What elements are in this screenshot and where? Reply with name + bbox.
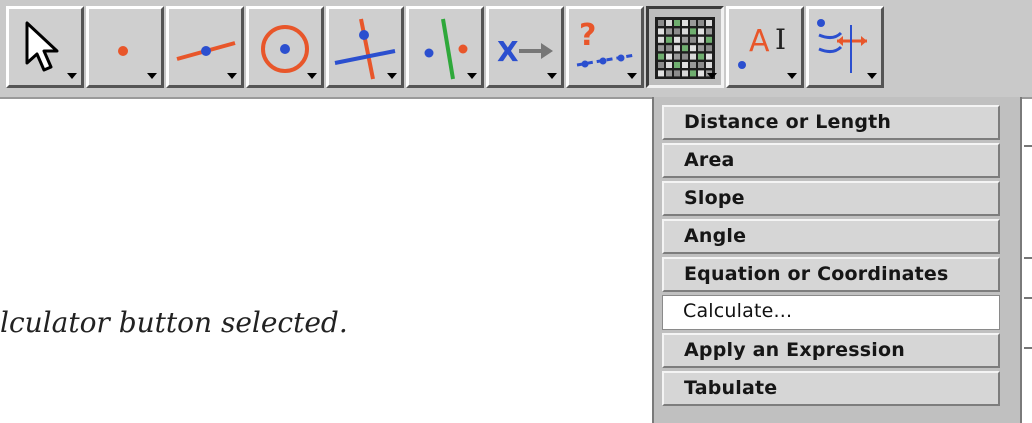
calculator-key bbox=[658, 62, 664, 68]
reflect-icon bbox=[424, 18, 468, 80]
calculator-key bbox=[698, 45, 704, 52]
calculator-key bbox=[658, 53, 664, 60]
chevron-down-icon[interactable] bbox=[787, 73, 797, 79]
calculator-key bbox=[674, 62, 680, 68]
calculator-key bbox=[698, 53, 704, 60]
measure-menu: Distance or Length Area Slope Angle Equa… bbox=[652, 97, 1022, 423]
chevron-down-icon[interactable] bbox=[867, 73, 877, 79]
calculator-key bbox=[674, 20, 680, 26]
calculator-key bbox=[690, 53, 696, 60]
calculator-key bbox=[690, 45, 696, 52]
arrow-pointer-icon bbox=[25, 21, 59, 72]
custom-tool-icon bbox=[817, 19, 867, 73]
menu-item-equation-or-coordinates[interactable]: Equation or Coordinates bbox=[662, 257, 1000, 292]
calculator-key bbox=[658, 45, 664, 52]
calculator-key bbox=[706, 45, 712, 52]
menu-item-tabulate[interactable]: Tabulate bbox=[662, 371, 1000, 406]
chevron-down-icon[interactable] bbox=[67, 73, 77, 79]
locus-glyph: ? bbox=[579, 18, 596, 53]
calculator-key bbox=[674, 53, 680, 60]
chevron-down-icon[interactable] bbox=[307, 73, 317, 79]
calculator-tool-button[interactable] bbox=[646, 6, 724, 88]
calculator-key bbox=[658, 28, 664, 35]
calculator-key bbox=[658, 70, 664, 77]
calculator-key bbox=[706, 62, 712, 68]
calculator-key bbox=[690, 20, 696, 26]
calculator-key bbox=[674, 70, 680, 77]
calculator-key bbox=[706, 20, 712, 26]
calculator-key bbox=[682, 70, 688, 77]
chevron-down-icon[interactable] bbox=[467, 73, 477, 79]
chevron-down-icon[interactable] bbox=[387, 73, 397, 79]
window-edge-ticks bbox=[1024, 97, 1032, 423]
chevron-down-icon[interactable] bbox=[627, 73, 637, 79]
calculator-key bbox=[690, 36, 696, 43]
custom-tool-button[interactable] bbox=[806, 6, 884, 88]
transform-tool-button[interactable]: X bbox=[486, 6, 564, 88]
arrow-tool-button[interactable] bbox=[6, 6, 84, 88]
calculator-key bbox=[698, 28, 704, 35]
calculator-key bbox=[674, 45, 680, 52]
text-tool-glyph: A bbox=[749, 24, 770, 59]
calculator-key bbox=[674, 36, 680, 43]
calculator-key bbox=[666, 28, 672, 35]
segment-tool-button[interactable] bbox=[166, 6, 244, 88]
calculator-icon bbox=[655, 17, 715, 79]
calculator-key bbox=[698, 20, 704, 26]
menu-item-distance-or-length[interactable]: Distance or Length bbox=[662, 105, 1000, 140]
calculator-key bbox=[666, 45, 672, 52]
transform-icon: X bbox=[497, 35, 553, 68]
reflect-tool-button[interactable] bbox=[406, 6, 484, 88]
calculator-key bbox=[666, 53, 672, 60]
locus-icon: ? bbox=[576, 18, 636, 68]
menu-item-area[interactable]: Area bbox=[662, 143, 1000, 178]
text-cursor-glyph: I bbox=[775, 23, 786, 56]
figure-caption: lculator button selected. bbox=[0, 306, 348, 339]
segment-icon bbox=[176, 41, 236, 61]
calculator-key bbox=[682, 20, 688, 26]
menu-item-angle[interactable]: Angle bbox=[662, 219, 1000, 254]
tool-strip: X ? A I bbox=[6, 6, 884, 88]
calculator-key bbox=[698, 62, 704, 68]
perpendicular-icon bbox=[334, 18, 396, 80]
calculator-key bbox=[682, 53, 688, 60]
calculator-key bbox=[690, 28, 696, 35]
calculator-key bbox=[706, 28, 712, 35]
text-label-icon: A I bbox=[738, 23, 786, 69]
chevron-down-icon[interactable] bbox=[147, 73, 157, 79]
calculator-key bbox=[682, 28, 688, 35]
calculator-key bbox=[690, 62, 696, 68]
calculator-key bbox=[666, 36, 672, 43]
chevron-down-icon[interactable] bbox=[227, 73, 237, 79]
calculator-key bbox=[666, 20, 672, 26]
circle-icon bbox=[261, 25, 309, 73]
calculator-key bbox=[706, 36, 712, 43]
calculator-key bbox=[658, 20, 664, 26]
calculator-key bbox=[682, 36, 688, 43]
circle-tool-button[interactable] bbox=[246, 6, 324, 88]
menu-item-slope[interactable]: Slope bbox=[662, 181, 1000, 216]
calculator-key bbox=[706, 53, 712, 60]
calculator-key bbox=[666, 62, 672, 68]
transform-glyph: X bbox=[497, 35, 519, 68]
calculator-key bbox=[682, 45, 688, 52]
chevron-down-icon[interactable] bbox=[547, 73, 557, 79]
point-tool-button[interactable] bbox=[86, 6, 164, 88]
chevron-down-icon[interactable] bbox=[707, 73, 717, 79]
calculator-key bbox=[682, 62, 688, 68]
point-icon bbox=[118, 46, 128, 56]
menu-item-calculate[interactable]: Calculate... bbox=[662, 295, 1000, 330]
menu-item-apply-an-expression[interactable]: Apply an Expression bbox=[662, 333, 1000, 368]
text-tool-button[interactable]: A I bbox=[726, 6, 804, 88]
calculator-key bbox=[658, 36, 664, 43]
calculator-key bbox=[690, 70, 696, 77]
calculator-key bbox=[666, 70, 672, 77]
toolbar: X ? A I bbox=[0, 0, 1032, 99]
calculator-key bbox=[698, 36, 704, 43]
locus-tool-button[interactable]: ? bbox=[566, 6, 644, 88]
calculator-key bbox=[674, 28, 680, 35]
perpendicular-tool-button[interactable] bbox=[326, 6, 404, 88]
calculator-key bbox=[698, 70, 704, 77]
